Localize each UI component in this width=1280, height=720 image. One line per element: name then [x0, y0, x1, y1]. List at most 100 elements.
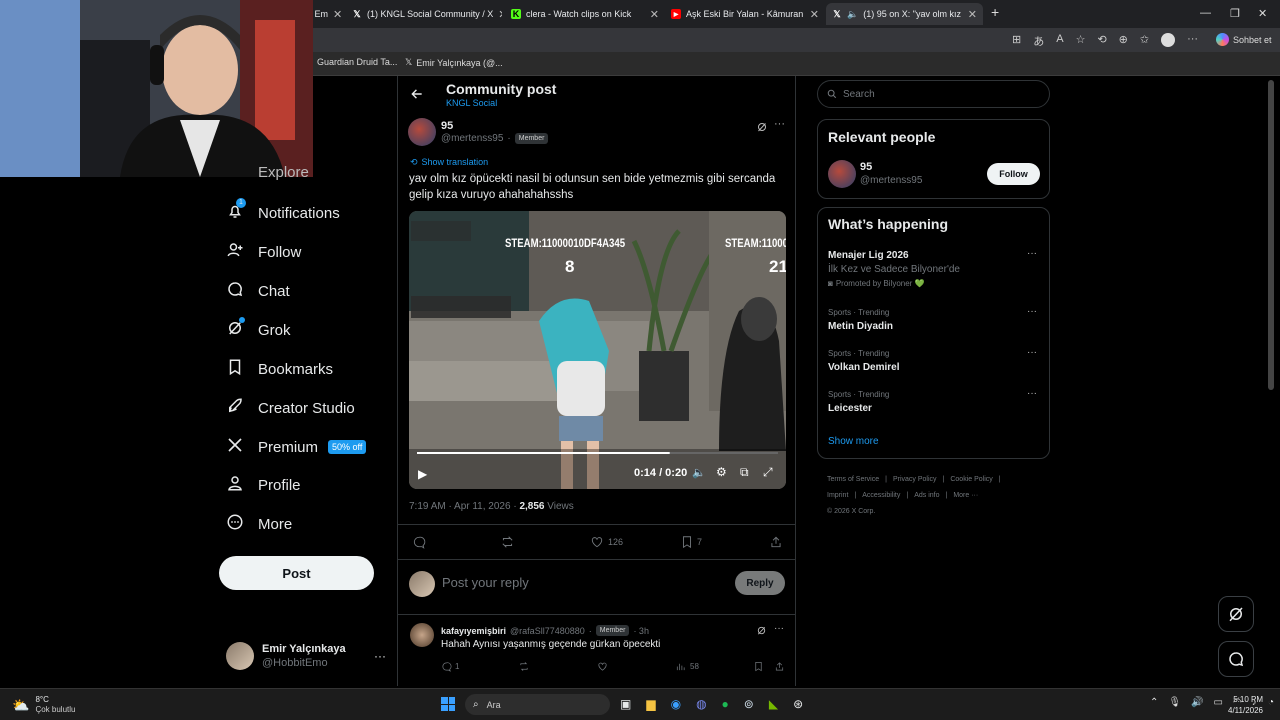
close-icon[interactable]: ✕	[498, 8, 502, 21]
trend-item[interactable]: Sports · Trending Metin Diyadin ···	[818, 304, 1049, 340]
pip-icon[interactable]: ⧉	[740, 465, 749, 480]
trend-item[interactable]: Sports · Trending Leicester ···	[818, 386, 1049, 422]
discord-icon[interactable]: ◍	[696, 697, 706, 711]
file-explorer-icon[interactable]: ▆	[646, 697, 655, 711]
close-icon[interactable]: ✕	[968, 8, 977, 21]
repost-icon[interactable]	[500, 535, 515, 549]
microphone-icon[interactable]: 🎙	[1168, 697, 1181, 708]
profile-avatar-icon[interactable]	[1161, 33, 1176, 47]
nav-explore[interactable]: Explore	[226, 164, 309, 181]
restore-icon[interactable]: ❐	[1230, 7, 1240, 20]
close-window-icon[interactable]: ✕	[1258, 7, 1267, 20]
avatar[interactable]	[408, 118, 436, 146]
browser-tab[interactable]: ▶ Aşk Eski Bir Yalan - Kâmuran Akkor✕	[665, 3, 825, 25]
community-link[interactable]: KNGL Social	[446, 98, 497, 108]
windows-start-icon[interactable]	[441, 697, 455, 711]
notifications-icon[interactable]: ◔	[1268, 697, 1274, 708]
more-icon[interactable]: ···	[1027, 306, 1037, 317]
footer-link[interactable]: Cookie Policy	[950, 472, 992, 488]
like-icon[interactable]	[597, 661, 608, 672]
reply-author-handle[interactable]: @rafaSll77480880	[510, 626, 585, 636]
footer-link[interactable]: Imprint	[827, 488, 848, 504]
browser-tab-active[interactable]: 𝕏 🔈 (1) 95 on X: "yav olm kız öpüc✕	[826, 3, 983, 25]
steam-icon[interactable]: ⊚	[744, 697, 754, 711]
obs-icon[interactable]: ⊛	[793, 697, 803, 711]
favorites-icon[interactable]: ✩	[1140, 33, 1149, 49]
post-author-handle[interactable]: @mertenss95	[441, 133, 503, 144]
show-translation-link[interactable]: ⟲ Show translation	[410, 157, 488, 168]
task-view-icon[interactable]: ▣	[620, 697, 631, 711]
weather-widget[interactable]: ⛅ 8°C Çok bulutlu	[12, 695, 75, 715]
more-icon[interactable]: ···	[1027, 388, 1037, 399]
more-icon[interactable]: ···	[1027, 347, 1037, 358]
footer-link[interactable]: More ···	[953, 488, 978, 504]
promo-item[interactable]: Menajer Lig 2026 İlk Kez ve Sadece Bilyo…	[818, 244, 1049, 294]
footer-link[interactable]: Privacy Policy	[893, 472, 937, 488]
back-arrow-icon[interactable]	[410, 87, 424, 106]
share-icon[interactable]	[774, 661, 785, 672]
reply-button[interactable]: Reply	[735, 571, 785, 595]
close-icon[interactable]: ✕	[810, 8, 819, 21]
close-icon[interactable]: ✕	[650, 8, 659, 21]
nav-premium[interactable]: Premium 50% off	[226, 436, 367, 458]
video-player[interactable]: STEAM:11000010DF4A345 8 STEAM:11000 21 ▶…	[409, 211, 786, 489]
reply-input[interactable]: Post your reply	[442, 575, 529, 590]
footer-link[interactable]: Terms of Service	[827, 472, 879, 488]
settings-gear-icon[interactable]: ⚙	[716, 465, 727, 479]
nav-grok[interactable]: Grok	[226, 317, 291, 341]
reply-item[interactable]: kafayıyemişbiri @rafaSll77480880 · Membe…	[398, 614, 796, 686]
more-icon[interactable]: ···	[1027, 248, 1037, 259]
show-more-link[interactable]: Show more	[828, 436, 879, 447]
bookmark-item[interactable]: Guardian Druid Ta...	[317, 57, 397, 67]
fullscreen-icon[interactable]: ⤢	[763, 465, 773, 480]
browser-tab[interactable]: K clera - Watch clips on Kick ✕	[505, 3, 665, 25]
reply-icon[interactable]	[412, 535, 426, 549]
nav-notifications[interactable]: 1 Notifications	[226, 198, 340, 224]
nav-chat[interactable]: Chat	[226, 280, 290, 302]
close-icon[interactable]: ✕	[333, 8, 342, 21]
browser-tab[interactable]: 𝕏 (1) KNGL Social Community / X✕	[346, 3, 502, 25]
chat-float-button[interactable]	[1218, 641, 1254, 677]
volume-icon[interactable]: 🔊	[1191, 697, 1203, 708]
reply-author-name[interactable]: kafayıyemişbiri	[441, 626, 506, 636]
nav-creator-studio[interactable]: Creator Studio	[226, 397, 355, 419]
edge-icon[interactable]: ◉	[671, 697, 681, 711]
battery-icon[interactable]: ▭	[1214, 697, 1223, 708]
spotify-icon[interactable]: ●	[722, 697, 729, 711]
nav-bookmarks[interactable]: Bookmarks	[226, 358, 333, 380]
read-aloud-icon[interactable]: A	[1056, 33, 1063, 49]
grok-icon[interactable]	[756, 120, 768, 138]
footer-link[interactable]: Accessibility	[862, 488, 900, 504]
favorite-star-icon[interactable]: ☆	[1076, 33, 1086, 49]
grok-float-button[interactable]	[1218, 596, 1254, 632]
repost-icon[interactable]	[518, 661, 530, 672]
new-tab-icon[interactable]: +	[991, 4, 999, 20]
share-icon[interactable]	[769, 535, 783, 549]
reply-more-icon[interactable]: ···	[774, 623, 784, 634]
person-handle[interactable]: @mertenss95	[860, 175, 922, 186]
puzzle-icon[interactable]: ⊕	[1119, 33, 1128, 49]
bookmark-icon[interactable]	[680, 535, 694, 549]
post-button[interactable]: Post	[219, 556, 374, 590]
views-icon[interactable]	[675, 661, 686, 672]
minimize-icon[interactable]: —	[1200, 7, 1211, 19]
nav-more[interactable]: More	[226, 513, 292, 535]
reply-icon[interactable]	[441, 661, 452, 672]
nav-follow[interactable]: Follow	[226, 241, 301, 263]
play-icon[interactable]: ▶	[418, 467, 427, 481]
account-more-icon[interactable]: ···	[374, 649, 386, 663]
copilot-button[interactable]: Sohbet et	[1216, 33, 1272, 46]
clock[interactable]: 5:10 PM 4/11/2026	[1228, 694, 1263, 716]
extensions-icon[interactable]: ⟲	[1097, 33, 1106, 49]
split-screen-icon[interactable]: ⊞	[1012, 33, 1021, 49]
scrollbar[interactable]	[1268, 80, 1274, 390]
taskbar-search[interactable]: ⌕ Ara	[465, 694, 610, 715]
more-icon[interactable]: ···	[1187, 33, 1198, 49]
tray-chevron-icon[interactable]: ⌃	[1150, 697, 1158, 708]
grok-icon[interactable]	[756, 625, 767, 636]
like-icon[interactable]	[590, 535, 604, 549]
account-switcher[interactable]: Emir Yalçınkaya @HobbitEmo ···	[226, 640, 386, 672]
avatar[interactable]	[828, 160, 856, 188]
avatar[interactable]	[410, 623, 434, 647]
footer-link[interactable]: Ads info	[914, 488, 939, 504]
